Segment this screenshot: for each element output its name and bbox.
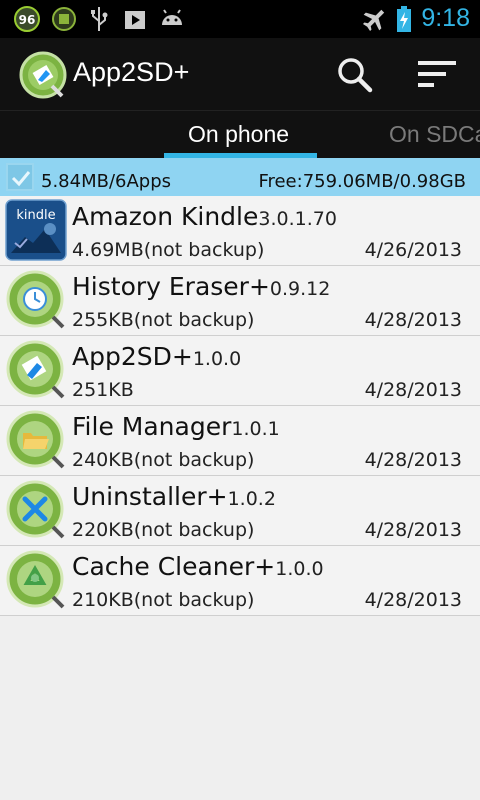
app-version: 0.9.12 xyxy=(269,278,331,300)
app-version: 3.0.1.70 xyxy=(258,208,337,230)
battery-icon xyxy=(397,6,411,32)
android-debug-icon xyxy=(162,9,182,25)
app-list: kindle Amazon Kindle3.0.1.70 4.69MB(not … xyxy=(0,196,480,616)
app-name: Amazon Kindle3.0.1.70 xyxy=(72,202,337,231)
app-size: 220KB(not backup) xyxy=(72,519,255,541)
app-version: 1.0.2 xyxy=(227,488,276,510)
app-size: 255KB(not backup) xyxy=(72,309,255,331)
app-version: 1.0.0 xyxy=(275,558,324,580)
notification-badge-icon: 96 xyxy=(14,6,40,32)
tab-on-sdcard[interactable]: On SDCa xyxy=(389,121,480,148)
app-version: 1.0.1 xyxy=(231,418,280,440)
app-date: 4/28/2013 xyxy=(364,519,462,541)
usb-icon xyxy=(91,7,108,31)
svg-text:kindle: kindle xyxy=(16,208,55,223)
cache-cleaner-icon xyxy=(6,550,65,609)
app-logo-icon[interactable] xyxy=(18,50,68,100)
file-manager-icon xyxy=(6,410,65,469)
app-size: 4.69MB(not backup) xyxy=(72,239,265,261)
app-row-file-manager[interactable]: File Manager1.0.1 240KB(not backup) 4/28… xyxy=(0,406,480,476)
clock: 9:18 xyxy=(421,4,470,32)
check-icon xyxy=(11,171,31,187)
sort-icon[interactable] xyxy=(414,52,458,96)
app-row-uninstaller[interactable]: Uninstaller+1.0.2 220KB(not backup) 4/28… xyxy=(0,476,480,546)
tab-bar: On phone On SDCa xyxy=(0,110,480,158)
uninstaller-icon xyxy=(6,480,65,539)
app-date: 4/28/2013 xyxy=(364,309,462,331)
app2sd-icon xyxy=(6,340,65,399)
app-size: 240KB(not backup) xyxy=(72,449,255,471)
summary-bar: 5.84MB/6Apps Free:759.06MB/0.98GB xyxy=(0,158,480,196)
free-space-label: Free:759.06MB/0.98GB xyxy=(258,171,466,192)
app-version: 1.0.0 xyxy=(192,348,242,370)
airplane-mode-icon xyxy=(362,9,385,32)
app2sd-notification-icon xyxy=(52,7,76,31)
badge-number: 96 xyxy=(19,13,36,27)
tab-on-phone[interactable]: On phone xyxy=(188,121,289,148)
status-bar: 96 9:18 xyxy=(0,0,480,38)
app-row-cache-cleaner[interactable]: Cache Cleaner+1.0.0 210KB(not backup) 4/… xyxy=(0,546,480,616)
app-row-app2sd[interactable]: App2SD+1.0.0 251KB 4/28/2013 xyxy=(0,336,480,406)
app-name: App2SD+1.0.0 xyxy=(72,342,242,371)
kindle-icon: kindle xyxy=(5,199,67,261)
app-size: 210KB(not backup) xyxy=(72,589,255,611)
app-name: History Eraser+0.9.12 xyxy=(72,272,331,301)
app-row-amazon-kindle[interactable]: kindle Amazon Kindle3.0.1.70 4.69MB(not … xyxy=(0,196,480,266)
history-eraser-icon xyxy=(6,270,65,329)
app-date: 4/28/2013 xyxy=(364,449,462,471)
search-icon[interactable] xyxy=(332,52,376,96)
action-bar: App2SD+ xyxy=(0,38,480,110)
app-date: 4/26/2013 xyxy=(364,239,462,261)
select-all-checkbox[interactable] xyxy=(6,163,34,191)
total-size-label: 5.84MB/6Apps xyxy=(41,171,172,192)
app-title: App2SD+ xyxy=(73,57,190,87)
play-store-icon xyxy=(125,11,145,29)
app-date: 4/28/2013 xyxy=(364,589,462,611)
app-name: Uninstaller+1.0.2 xyxy=(72,482,276,511)
app-name: Cache Cleaner+1.0.0 xyxy=(72,552,324,581)
app-row-history-eraser[interactable]: History Eraser+0.9.12 255KB(not backup) … xyxy=(0,266,480,336)
app-date: 4/28/2013 xyxy=(364,379,462,401)
app-name: File Manager1.0.1 xyxy=(72,412,280,441)
app-size: 251KB xyxy=(72,379,134,401)
